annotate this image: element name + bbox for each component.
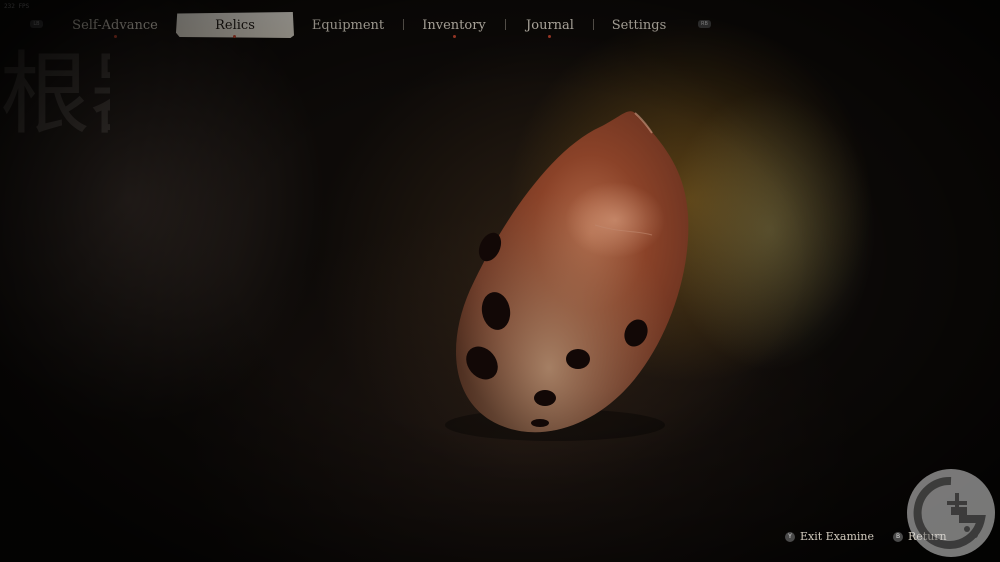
- tab-equipment[interactable]: Equipment: [303, 12, 393, 38]
- finger-hole: [531, 419, 549, 427]
- notification-dot: [548, 35, 551, 38]
- background-calligraphy: 根器: [0, 42, 110, 147]
- tab-label: Self-Advance: [72, 17, 158, 33]
- tab-label: Relics: [215, 17, 255, 33]
- exit-examine-button[interactable]: Y Exit Examine: [785, 530, 874, 543]
- examine-screen: 232 FPS 根器 LB Self-Advance Relics Equipm…: [0, 0, 1000, 562]
- ocarina-highlight: [565, 182, 665, 258]
- tab-separator: [505, 19, 506, 30]
- notification-dot: [114, 35, 117, 38]
- tab-label: Settings: [611, 17, 667, 33]
- notification-dot: [453, 35, 456, 38]
- tab-label: Equipment: [311, 17, 385, 33]
- tab-separator: [593, 19, 594, 30]
- tab-separator: [403, 19, 404, 30]
- finger-hole: [534, 390, 556, 406]
- site-logo-watermark-icon: [907, 469, 995, 557]
- y-button-icon: Y: [785, 531, 795, 542]
- finger-hole: [566, 349, 590, 369]
- tab-settings[interactable]: Settings: [603, 12, 675, 38]
- fps-counter: 232 FPS: [4, 3, 30, 10]
- ocarina-relic-icon[interactable]: [430, 105, 710, 445]
- calligraphy-glyph-1: 根器: [0, 42, 110, 147]
- exit-examine-label: Exit Examine: [800, 530, 875, 543]
- left-bumper-icon[interactable]: LB: [30, 20, 43, 28]
- notification-dot: [233, 35, 236, 38]
- tab-label: Journal: [526, 17, 574, 33]
- ocarina-worn-glaze: [456, 111, 689, 433]
- right-bumper-icon[interactable]: RB: [698, 20, 711, 28]
- tab-label: Inventory: [422, 17, 486, 33]
- b-button-icon: B: [893, 531, 903, 542]
